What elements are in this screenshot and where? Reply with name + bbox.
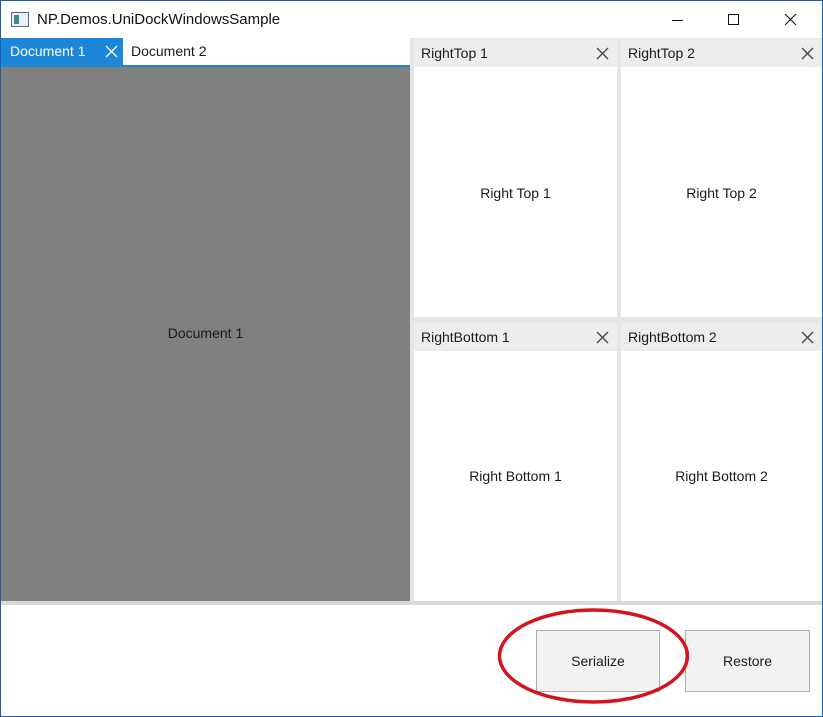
pane-body: Right Top 2 (621, 67, 822, 317)
pane-right-bottom-2: RightBottom 2 Right Bottom 2 (621, 323, 822, 601)
pane-header[interactable]: RightTop 1 (414, 39, 617, 67)
close-tab-icon[interactable] (105, 45, 118, 58)
pane-body: Right Bottom 1 (414, 351, 617, 601)
pane-content-label: Right Top 2 (686, 185, 757, 201)
document-content: Document 1 (1, 67, 410, 601)
pane-header[interactable]: RightBottom 2 (621, 323, 822, 351)
document-tab-strip: Document 1 Document 2 (1, 38, 410, 67)
pane-title: RightBottom 2 (628, 329, 717, 345)
pane-content-label: Right Bottom 1 (469, 468, 562, 484)
tab-label: Document 2 (131, 43, 207, 59)
maximize-icon (728, 14, 739, 25)
document-content-label: Document 1 (167, 325, 244, 341)
tab-document-2[interactable]: Document 2 (123, 38, 233, 65)
close-window-button[interactable] (768, 1, 814, 38)
maximize-button[interactable] (711, 1, 757, 38)
close-icon[interactable] (596, 47, 609, 60)
app-icon (11, 12, 29, 27)
close-icon[interactable] (801, 47, 814, 60)
close-icon (785, 14, 797, 26)
tab-label: Document 1 (10, 43, 86, 59)
pane-header[interactable]: RightTop 2 (621, 39, 822, 67)
pane-title: RightTop 1 (421, 45, 488, 61)
app-window: NP.Demos.UniDockWindowsSample Document 1 (0, 0, 823, 717)
pane-title: RightBottom 1 (421, 329, 510, 345)
window-title: NP.Demos.UniDockWindowsSample (37, 11, 281, 28)
pane-header[interactable]: RightBottom 1 (414, 323, 617, 351)
minimize-icon (672, 20, 683, 21)
pane-right-top-2: RightTop 2 Right Top 2 (621, 39, 822, 317)
pane-right-bottom-1: RightBottom 1 Right Bottom 1 (414, 323, 617, 601)
serialize-button[interactable]: Serialize (536, 630, 660, 692)
close-icon[interactable] (596, 331, 609, 344)
pane-title: RightTop 2 (628, 45, 695, 61)
close-icon[interactable] (801, 331, 814, 344)
title-bar[interactable]: NP.Demos.UniDockWindowsSample (1, 1, 822, 38)
pane-body: Right Top 1 (414, 67, 617, 317)
pane-content-label: Right Top 1 (480, 185, 551, 201)
pane-body: Right Bottom 2 (621, 351, 822, 601)
minimize-button[interactable] (655, 1, 701, 38)
pane-content-label: Right Bottom 2 (675, 468, 768, 484)
action-bar: Serialize Restore (1, 605, 822, 716)
pane-right-top-1: RightTop 1 Right Top 1 (414, 39, 617, 317)
restore-button[interactable]: Restore (685, 630, 810, 692)
tab-document-1[interactable]: Document 1 (1, 38, 123, 65)
